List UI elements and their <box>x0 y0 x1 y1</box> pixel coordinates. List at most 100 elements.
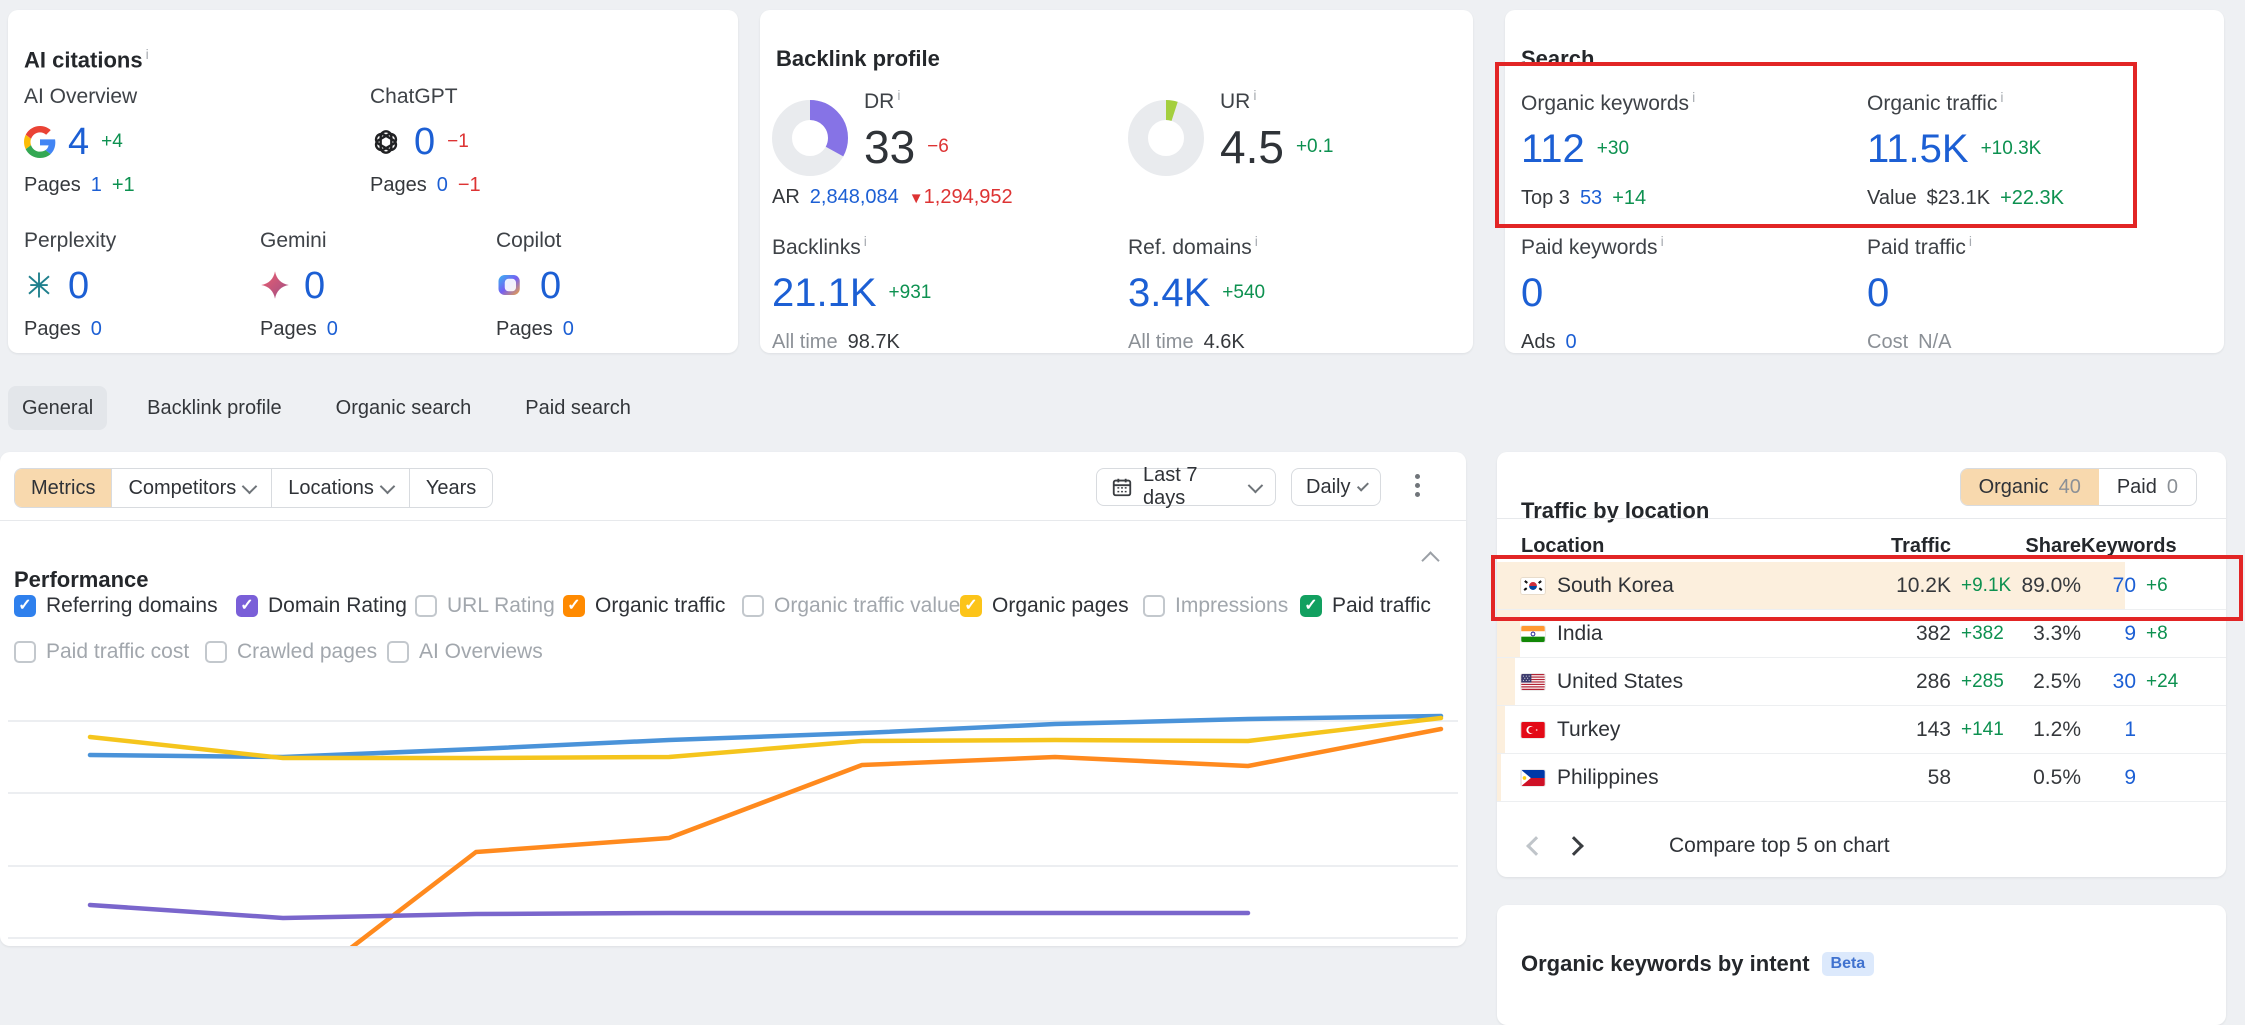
toggle-paid[interactable]: Paid0 <box>2099 469 2196 505</box>
panel-title: Backlink profile <box>776 46 940 72</box>
pages-line: Pages 0 <box>24 318 116 341</box>
flag-india-icon <box>1521 626 1545 642</box>
metric-value[interactable]: 0 <box>68 265 89 308</box>
flag-south-korea-icon <box>1521 578 1545 594</box>
table-row-turkey[interactable]: Turkey 143 +141 1.2% 1 <box>1497 706 2226 754</box>
chevron-down-icon <box>1248 477 1263 492</box>
panel-title: Traffic by location <box>1521 498 1709 524</box>
performance-panel: Metrics Competitors Locations Years Last… <box>0 452 1466 946</box>
table-row-india[interactable]: India 382 +382 3.3% 9 +8 <box>1497 610 2226 658</box>
info-icon[interactable]: i <box>1692 89 1695 105</box>
segment-years[interactable]: Years <box>410 469 492 507</box>
chevron-right-icon <box>1564 836 1584 856</box>
info-icon[interactable]: i <box>146 46 149 62</box>
metric-value[interactable]: 3.4K <box>1128 271 1210 316</box>
info-icon[interactable]: i <box>1253 87 1256 103</box>
divider <box>1497 518 2226 519</box>
checkbox-box: ✓ <box>563 595 585 617</box>
metric-value[interactable]: 0 <box>414 121 435 164</box>
ai-item-gemini: Gemini 0 Pages 0 <box>260 228 338 341</box>
pages-line: Pages 0 <box>496 318 574 341</box>
checkbox-organic-traffic-value[interactable]: Organic traffic value <box>742 592 960 620</box>
ai-citations-panel: AI citationsi AI Overview 4 +4 Pages 1 +… <box>8 10 738 353</box>
flag-united-states-icon <box>1521 674 1545 690</box>
metric-value[interactable]: 0 <box>304 265 325 308</box>
compare-top5-link[interactable]: Compare top 5 on chart <box>1669 834 1890 858</box>
checkbox-impressions[interactable]: Impressions <box>1143 592 1288 620</box>
metric-value[interactable]: 112 <box>1521 127 1585 172</box>
metric-delta: +931 <box>889 282 932 304</box>
info-icon[interactable]: i <box>2000 89 2003 105</box>
checkbox-box <box>1143 595 1165 617</box>
table-row-south-korea[interactable]: South Korea 10.2K +9.1K 89.0% 70 +6 <box>1497 562 2226 610</box>
checkbox-referring-domains[interactable]: ✓Referring domains <box>14 592 218 620</box>
date-range-button[interactable]: Last 7 days <box>1096 468 1276 506</box>
segment-metrics[interactable]: Metrics <box>15 469 112 507</box>
overview-tabs: General Backlink profile Organic search … <box>8 386 645 430</box>
segment-competitors[interactable]: Competitors <box>112 469 272 507</box>
toggle-organic[interactable]: Organic40 <box>1961 469 2099 505</box>
metric-value[interactable]: 0 <box>540 265 561 308</box>
organic-keywords-by-intent-panel: Organic keywords by intentBeta <box>1497 905 2226 1025</box>
organic-paid-toggle: Organic40 Paid0 <box>1960 468 2197 506</box>
dr-donut-chart <box>772 100 848 176</box>
metric-value[interactable]: 0 <box>1521 271 1543 316</box>
collapse-section-button[interactable] <box>1421 551 1439 569</box>
panel-title: Search <box>1521 46 1594 72</box>
checkbox-box: ✓ <box>14 595 36 617</box>
checkbox-organic-traffic[interactable]: ✓Organic traffic <box>563 592 725 620</box>
metric-delta: +10.3K <box>1981 138 2042 160</box>
paid-keywords-metric: Paid keywordsi 0 Ads0 <box>1521 228 1664 354</box>
metric-delta: +4 <box>101 131 123 153</box>
info-icon[interactable]: i <box>897 87 900 103</box>
chevron-down-icon <box>1357 479 1369 491</box>
checkbox-box: ✓ <box>1300 595 1322 617</box>
info-icon[interactable]: i <box>1969 233 1972 249</box>
pages-line: Pages 0 <box>260 318 338 341</box>
table-row-united-states[interactable]: United States 286 +285 2.5% 30 +24 <box>1497 658 2226 706</box>
organic-keywords-metric: Organic keywordsi 112+30 Top 353+14 <box>1521 84 1695 210</box>
info-icon[interactable]: i <box>1255 233 1258 249</box>
info-icon[interactable]: i <box>864 233 867 249</box>
chevron-down-icon <box>242 478 258 494</box>
pagination-next-button[interactable] <box>1557 829 1591 863</box>
seo-overview-dashboard: { "ai_citations": { "title": "AI citatio… <box>0 0 2245 946</box>
flag-philippines-icon <box>1521 770 1545 786</box>
tab-backlink-profile[interactable]: Backlink profile <box>133 386 296 430</box>
share-bar <box>1497 706 1505 753</box>
beta-badge: Beta <box>1822 952 1875 976</box>
kebab-menu-button[interactable] <box>1404 474 1430 497</box>
checkbox-box <box>415 595 437 617</box>
table-row-philippines[interactable]: Philippines 58 0.5% 9 <box>1497 754 2226 802</box>
checkbox-domain-rating[interactable]: ✓Domain Rating <box>236 592 407 620</box>
calendar-icon <box>1111 476 1133 498</box>
share-bar <box>1497 754 1501 801</box>
gemini-icon <box>260 270 292 302</box>
checkbox-box: ✓ <box>236 595 258 617</box>
backlink-profile-panel: Backlink profile DRi 33−6 AR 2,848,084 ▼… <box>760 10 1473 353</box>
tab-paid-search[interactable]: Paid search <box>511 386 645 430</box>
pages-line: Pages 1 +1 <box>24 174 137 197</box>
ai-item-perplexity: Perplexity 0 Pages 0 <box>24 228 116 341</box>
granularity-button[interactable]: Daily <box>1291 468 1381 506</box>
metric-value[interactable]: 21.1K <box>772 271 877 316</box>
checkbox-paid-traffic[interactable]: ✓Paid traffic <box>1300 592 1431 620</box>
checkbox-organic-pages[interactable]: ✓Organic pages <box>960 592 1129 620</box>
tab-general[interactable]: General <box>8 386 107 430</box>
metric-value[interactable]: 0 <box>1867 271 1889 316</box>
pagination-prev-button[interactable] <box>1519 829 1553 863</box>
ur-donut-chart <box>1128 100 1204 176</box>
metric-delta: +0.1 <box>1296 136 1334 158</box>
metric-value[interactable]: 11.5K <box>1867 127 1969 172</box>
metric-delta: +540 <box>1222 282 1265 304</box>
segment-locations[interactable]: Locations <box>272 469 410 507</box>
checkbox-url-rating[interactable]: URL Rating <box>415 592 555 620</box>
tab-organic-search[interactable]: Organic search <box>322 386 486 430</box>
paid-traffic-metric: Paid traffici 0 CostN/A <box>1867 228 1972 354</box>
info-icon[interactable]: i <box>1661 233 1664 249</box>
share-bar <box>1497 610 1520 657</box>
metric-value[interactable]: 4 <box>68 121 89 164</box>
backlinks-metric: Backlinksi 21.1K+931 All time98.7K <box>772 228 931 354</box>
organic-traffic-metric: Organic traffici 11.5K+10.3K Value$23.1K… <box>1867 84 2064 210</box>
metric-delta: −1 <box>447 131 469 153</box>
